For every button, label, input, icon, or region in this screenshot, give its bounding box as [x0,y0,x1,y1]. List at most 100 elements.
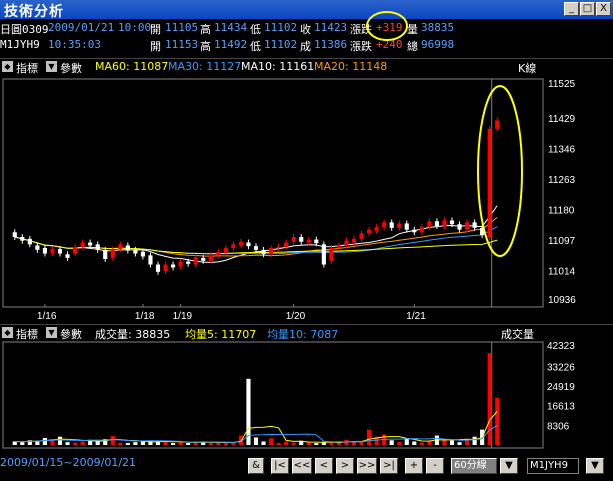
chevron-down-icon: ▼ [505,460,513,471]
date-range: 2009/01/15~2009/01/21 [0,456,137,469]
forward-button[interactable]: > [336,458,354,474]
volume-label: 量 [407,23,418,36]
candle-body [208,255,213,261]
low-value: 11102 [264,21,298,34]
volume-bar [389,440,394,445]
volume-bar [276,442,281,445]
volume-chart: 42323 33226 24919 16613 8306 [2,341,575,449]
low-label-2: 低 [250,40,261,53]
candle-body [276,246,281,249]
period-select[interactable]: 60分線 [451,458,497,474]
high-label: 高 [200,23,211,36]
candle-body [389,222,394,228]
volume-bar [186,442,191,445]
volume-bar [472,436,477,445]
candle-body [163,264,168,272]
volume-bar [449,440,455,445]
candle-body [382,222,387,228]
close-label: 收 [300,23,311,36]
volume-bar [336,442,341,445]
zoom-in-button[interactable]: + [405,458,423,474]
candle-body [201,257,206,261]
minimize-button[interactable]: _ [564,2,579,16]
price-tick-label: 11429 [548,114,576,125]
symbol-input[interactable]: M1JYH9 [527,458,579,474]
date-tick-label: 1/18 [135,311,155,322]
price-tick-label: 11525 [548,79,576,90]
high-value: 11434 [214,21,248,34]
volume-bar [314,443,319,445]
candle-body [291,237,296,242]
last-button[interactable]: >| [380,458,398,474]
volume-bar [20,442,25,445]
candle-body [178,261,183,267]
triangle-down-icon: ▼ [46,327,57,338]
volume-tick-label: 16613 [547,402,575,413]
candle-body [20,237,25,241]
candle-body [155,264,161,272]
volume-bar [367,429,372,445]
volume-bar [291,442,296,445]
volume-bar [171,443,176,445]
candle-body [495,120,500,129]
volume-bar [125,443,130,445]
price-panel-header: ◆ 指標 ▼ 參數 MA60: 11087 MA30: 11127 MA10: … [0,58,613,75]
candle-body [465,222,470,230]
price-tick-label: 11346 [548,145,576,156]
close-value-2: 11386 [314,38,348,51]
back-button[interactable]: < [315,458,333,474]
candle-body [434,221,439,227]
symbol-dropdown-button[interactable]: ▼ [586,458,604,474]
price-tick-label: 11014 [548,266,576,277]
candle-body [359,233,364,239]
candle-body [374,227,379,231]
page-back-button[interactable]: << [292,458,312,474]
volume-bar [231,442,236,445]
candle-body [140,251,145,257]
candle-body [110,249,115,258]
ma60-label: MA60: 11087 [95,60,169,73]
volume-bar [163,442,168,445]
change-label: 漲跌 [350,23,372,36]
candle-body [148,255,153,265]
candle-body [299,237,304,242]
candle-body [50,249,55,253]
volume-bar [495,397,500,445]
volume-bar [321,442,326,445]
candle-body [419,227,424,233]
price-plot-frame [2,78,544,308]
volume-bar [42,437,47,445]
zoom-out-button[interactable]: - [426,458,444,474]
candle-body [171,264,176,268]
price-tick-label: 11263 [548,175,576,186]
volume-tick-label: 42323 [547,341,575,352]
volume-plot-frame [2,341,544,449]
first-button[interactable]: |< [271,458,289,474]
volume-bar [269,438,274,445]
maximize-button[interactable]: □ [580,2,595,16]
price-tick-label: 10936 [548,295,576,306]
period-dropdown-button[interactable]: ▼ [500,458,518,474]
volume-bar [57,436,63,445]
date-tick-label: 1/19 [173,311,193,322]
candle-body [27,238,32,245]
candle-body [65,254,70,258]
candle-body [314,239,319,244]
volume-bar [359,442,364,445]
open-label-2: 開 [150,40,161,53]
quote-time-2: 10:35:03 [48,38,101,51]
date-tick-label: 1/20 [286,311,306,322]
volume-label-2: 總 [407,40,418,53]
volume-bar [73,442,78,445]
candle-body [35,245,40,250]
page-forward-button[interactable]: >> [357,458,377,474]
candle-body [231,244,236,249]
candle-body [472,222,477,228]
candle-body [480,227,485,236]
close-button[interactable]: X [596,2,611,16]
candle-body [344,240,349,246]
candle-body [336,245,341,249]
overlay-button[interactable]: & [248,458,264,474]
price-tick-label: 11180 [548,206,575,217]
candle-body [427,221,432,228]
